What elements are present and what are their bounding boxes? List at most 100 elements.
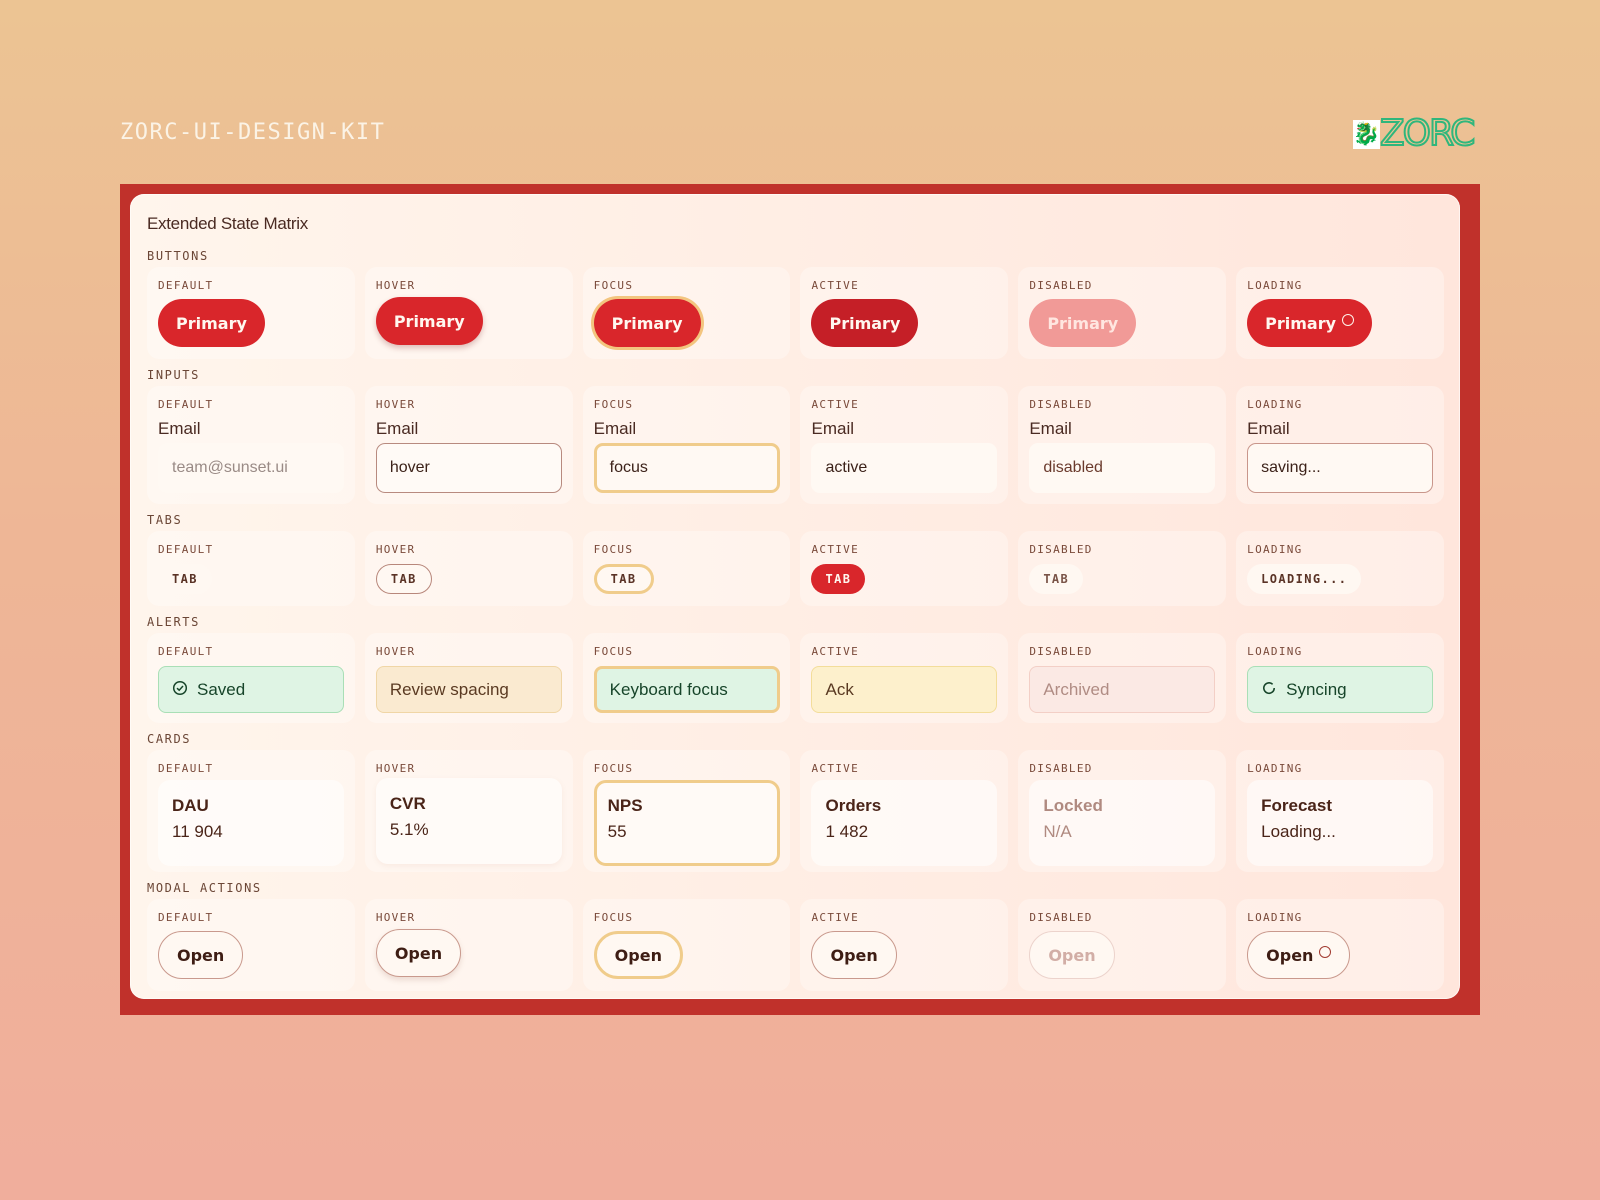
email-field-disabled: disabled <box>1029 443 1216 493</box>
card-value: 11 904 <box>172 822 223 841</box>
tabs-disabled-cell: DISABLED TAB <box>1018 531 1227 606</box>
state-label: DISABLED <box>1029 911 1093 924</box>
state-label: FOCUS <box>593 398 634 411</box>
alerts-active-cell: ACTIVE Ack <box>800 633 1009 723</box>
tab-loading[interactable]: LOADING... <box>1247 564 1362 594</box>
primary-button-focus[interactable]: Primary <box>593 299 701 347</box>
state-label: FOCUS <box>593 911 634 924</box>
email-field-default[interactable]: team@sunset.ui <box>158 443 344 493</box>
metric-card-active[interactable]: Orders 1 482 <box>811 780 998 866</box>
card-value: 1 482 <box>825 822 869 841</box>
tabs-default-cell: DEFAULT TAB <box>147 531 355 606</box>
modal-loading-cell: LOADING Open <box>1236 899 1444 991</box>
cards-row: DEFAULT DAU 11 904 HOVER CVR 5.1% FOCUS … <box>147 750 1444 872</box>
primary-button-active[interactable]: Primary <box>811 299 919 347</box>
buttons-loading-cell: LOADING Primary <box>1236 267 1444 359</box>
card-title: NPS <box>607 796 643 815</box>
tab-hover[interactable]: TAB <box>375 564 432 594</box>
button-label: Primary <box>611 313 683 333</box>
open-modal-button-active[interactable]: Open <box>811 931 897 979</box>
metric-card-focus[interactable]: NPS 55 <box>593 780 780 866</box>
tab-default[interactable]: TAB <box>158 564 212 594</box>
tab-active[interactable]: TAB <box>811 564 866 594</box>
state-label: ACTIVE <box>811 645 860 658</box>
cards-loading-cell: LOADING Forecast Loading... <box>1236 750 1444 872</box>
primary-button-loading[interactable]: Primary <box>1247 299 1373 347</box>
email-field-label: Email <box>1029 419 1072 438</box>
inputs-row: DEFAULT Email team@sunset.ui HOVER Email… <box>147 386 1444 504</box>
tab-focus[interactable]: TAB <box>593 564 654 594</box>
panel-title: Extended State Matrix <box>147 214 308 233</box>
email-field-loading[interactable]: saving... <box>1247 443 1434 493</box>
state-label: DEFAULT <box>158 543 214 556</box>
inputs-active-cell: ACTIVE Email active <box>800 386 1009 504</box>
open-modal-button-focus[interactable]: Open <box>593 931 683 979</box>
card-title: Locked <box>1043 796 1103 815</box>
section-label-modal-actions: MODAL ACTIONS <box>147 881 262 895</box>
metric-card-disabled: Locked N/A <box>1029 780 1216 866</box>
alerts-disabled-cell: DISABLED Archived <box>1018 633 1227 723</box>
state-label: LOADING <box>1247 911 1303 924</box>
brand-logo[interactable]: 🐉 ZORC <box>1353 113 1477 154</box>
inputs-loading-cell: LOADING Email saving... <box>1236 386 1444 504</box>
buttons-hover-cell: HOVER Primary <box>364 267 573 359</box>
cards-default-cell: DEFAULT DAU 11 904 <box>147 750 355 872</box>
modal-disabled-cell: DISABLED Open <box>1018 899 1227 991</box>
metric-card-hover[interactable]: CVR 5.1% <box>375 778 562 864</box>
card-title: Orders <box>825 796 882 815</box>
state-label: ACTIVE <box>811 279 860 292</box>
cards-focus-cell: FOCUS NPS 55 <box>582 750 791 872</box>
email-field-label: Email <box>1247 419 1290 438</box>
primary-button-hover[interactable]: Primary <box>375 297 483 345</box>
state-label: FOCUS <box>593 645 634 658</box>
modal-active-cell: ACTIVE Open <box>800 899 1009 991</box>
logo-text: ZORC <box>1379 113 1476 154</box>
inputs-default-cell: DEFAULT Email team@sunset.ui <box>147 386 355 504</box>
state-label: HOVER <box>375 279 416 292</box>
primary-button-disabled: Primary <box>1029 299 1137 347</box>
state-label: HOVER <box>375 911 416 924</box>
email-field-label: Email <box>375 419 419 438</box>
open-modal-button-default[interactable]: Open <box>158 931 244 979</box>
alert-disabled: Archived <box>1029 666 1216 713</box>
state-label: FOCUS <box>593 762 634 775</box>
open-modal-button-loading[interactable]: Open <box>1247 931 1351 979</box>
alerts-row: DEFAULT Saved HOVER Review spacing FOCUS… <box>147 633 1444 723</box>
spinner-icon <box>1319 946 1332 958</box>
button-label: Primary <box>176 313 247 333</box>
sync-icon <box>1261 680 1277 700</box>
state-label: DEFAULT <box>158 398 214 411</box>
button-label: Primary <box>393 311 465 331</box>
alerts-focus-cell: FOCUS Keyboard focus <box>582 633 791 723</box>
alert-focus[interactable]: Keyboard focus <box>593 666 780 713</box>
alert-active[interactable]: Ack <box>811 666 998 713</box>
state-label: DISABLED <box>1029 543 1093 556</box>
tab-disabled: TAB <box>1029 564 1084 594</box>
open-modal-button-hover[interactable]: Open <box>375 929 462 977</box>
state-label: LOADING <box>1247 279 1303 292</box>
email-field-active[interactable]: active <box>811 443 998 493</box>
alert-text: Saved <box>197 679 246 699</box>
state-label: HOVER <box>375 398 416 411</box>
inputs-disabled-cell: DISABLED Email disabled <box>1018 386 1227 504</box>
alert-hover: Review spacing <box>375 666 562 713</box>
alert-text: Ack <box>825 679 854 699</box>
alerts-hover-cell: HOVER Review spacing <box>364 633 573 723</box>
alert-text: Archived <box>1043 679 1110 699</box>
button-label: Open <box>394 943 443 963</box>
cards-hover-cell: HOVER CVR 5.1% <box>364 750 573 872</box>
button-label: Open <box>614 945 662 965</box>
alert-text: Review spacing <box>389 679 509 699</box>
metric-card-loading[interactable]: Forecast Loading... <box>1247 780 1434 866</box>
card-title: Forecast <box>1261 796 1333 815</box>
state-label: LOADING <box>1247 762 1303 775</box>
metric-card-default[interactable]: DAU 11 904 <box>158 780 344 866</box>
email-field-hover[interactable]: hover <box>375 443 562 493</box>
button-label: Primary <box>1047 313 1119 333</box>
state-label: ACTIVE <box>811 398 860 411</box>
section-label-tabs: TABS <box>147 513 183 527</box>
alerts-default-cell: DEFAULT Saved <box>147 633 355 723</box>
primary-button-default[interactable]: Primary <box>158 299 265 347</box>
email-field-focus[interactable]: focus <box>593 443 780 493</box>
tabs-focus-cell: FOCUS TAB <box>582 531 791 606</box>
